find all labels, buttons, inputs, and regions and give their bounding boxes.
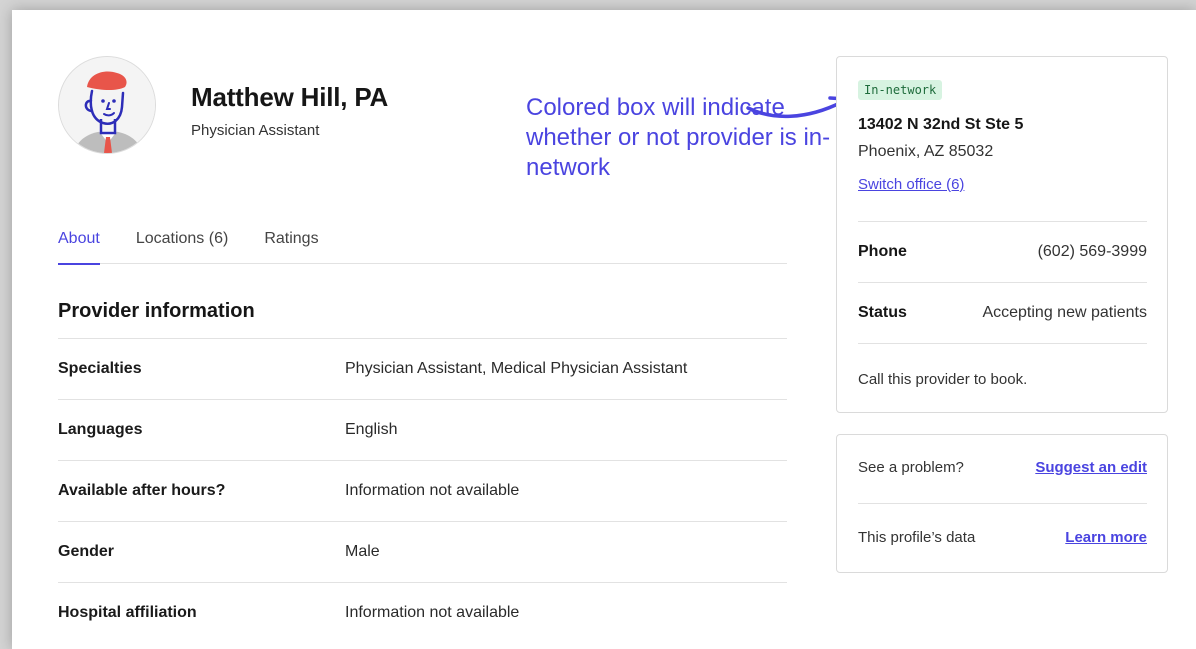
row-key: Gender xyxy=(58,543,115,560)
row-value: Information not available xyxy=(345,482,520,499)
row-value: Male xyxy=(345,543,380,560)
status-label: Status xyxy=(858,304,907,321)
suggest-edit-row: See a problem? Suggest an edit xyxy=(858,459,1147,476)
phone-value[interactable]: (602) 569-3999 xyxy=(1038,243,1147,261)
office-card: In-network 13402 N 32nd St Ste 5 Phoenix… xyxy=(836,56,1168,413)
status-row: Status Accepting new patients xyxy=(858,304,1147,322)
problem-label: See a problem? xyxy=(858,459,964,476)
divider xyxy=(858,343,1147,344)
office-address-line1: 13402 N 32nd St Ste 5 xyxy=(858,116,1024,133)
provider-avatar xyxy=(58,56,156,154)
booking-note: Call this provider to book. xyxy=(858,371,1028,388)
provider-info-title: Provider information xyxy=(58,300,255,322)
table-row: Languages English xyxy=(58,399,787,460)
table-row: Specialties Physician Assistant, Medical… xyxy=(58,338,787,399)
phone-row: Phone (602) 569-3999 xyxy=(858,243,1147,261)
row-value: Physician Assistant, Medical Physician A… xyxy=(345,360,688,377)
profile-tabs: About Locations (6) Ratings xyxy=(58,226,787,265)
switch-office-link[interactable]: Switch office (6) xyxy=(858,176,964,193)
row-key: Hospital affiliation xyxy=(58,604,197,621)
office-address-line2: Phoenix, AZ 85032 xyxy=(858,143,994,160)
status-value: Accepting new patients xyxy=(982,304,1147,321)
provider-info-table: Specialties Physician Assistant, Medical… xyxy=(58,338,787,643)
tab-locations[interactable]: Locations (6) xyxy=(136,226,229,264)
profile-data-row: This profile’s data Learn more xyxy=(858,529,1147,546)
learn-more-link[interactable]: Learn more xyxy=(1065,529,1147,546)
profile-data-label: This profile’s data xyxy=(858,529,976,546)
provider-role: Physician Assistant xyxy=(191,122,320,139)
table-row: Gender Male xyxy=(58,521,787,582)
row-key: Specialties xyxy=(58,360,142,377)
suggest-edit-link[interactable]: Suggest an edit xyxy=(1035,459,1147,476)
row-key: Languages xyxy=(58,421,143,438)
row-value: Information not available xyxy=(345,604,520,621)
table-row: Available after hours? Information not a… xyxy=(58,460,787,521)
phone-label: Phone xyxy=(858,243,907,260)
tab-ratings[interactable]: Ratings xyxy=(264,226,318,264)
table-row: Hospital affiliation Information not ava… xyxy=(58,582,787,643)
row-key: Available after hours? xyxy=(58,482,226,499)
provider-name: Matthew Hill, PA xyxy=(191,82,389,112)
help-card: See a problem? Suggest an edit This prof… xyxy=(836,434,1168,573)
tab-about[interactable]: About xyxy=(58,226,100,265)
divider xyxy=(858,221,1147,222)
row-value: English xyxy=(345,421,398,438)
provider-profile-page: Matthew Hill, PA Physician Assistant Col… xyxy=(12,10,1196,649)
divider xyxy=(858,503,1147,504)
illustrated-person-icon xyxy=(59,57,155,153)
divider xyxy=(858,282,1147,283)
network-status-badge: In-network xyxy=(858,80,943,100)
